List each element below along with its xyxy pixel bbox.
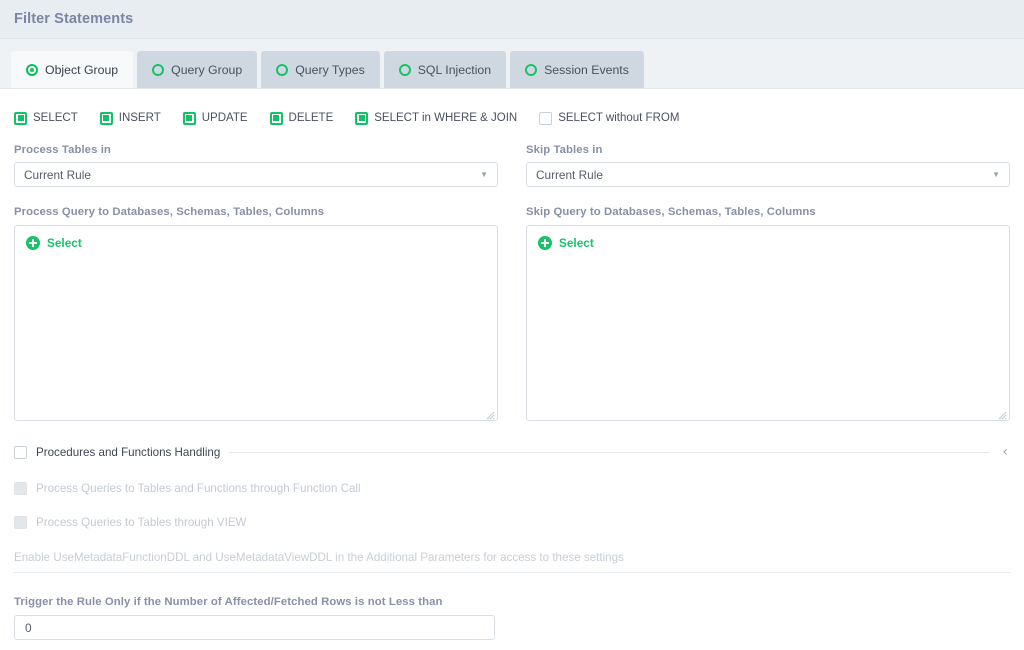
resize-handle[interactable] [996, 407, 1007, 420]
resize-handle[interactable] [484, 407, 495, 420]
procedures-note: Enable UseMetadataFunctionDDL and UseMet… [14, 551, 624, 564]
tab-label: Object Group [45, 62, 119, 77]
panel-header: Filter Statements [0, 0, 1024, 39]
process-query-label: Process Query to Databases, Schemas, Tab… [14, 206, 325, 218]
option-label: Process Queries to Tables through VIEW [36, 516, 247, 529]
skip-column: Skip Tables in Current Rule ▼ Skip Query… [526, 144, 1010, 421]
plus-circle-icon [26, 236, 40, 250]
checkbox-label: UPDATE [201, 112, 248, 124]
tab-label: Query Group [171, 62, 243, 77]
checkbox-checked-icon[interactable] [99, 111, 113, 125]
checkbox-insert[interactable]: INSERT [99, 111, 161, 125]
tab-bar: Object Group Query Group Query Types SQL… [0, 39, 1024, 89]
radio-unselected-icon [398, 63, 411, 76]
checkbox-disabled-icon [14, 516, 27, 529]
checkbox-label: SELECT [33, 112, 78, 124]
trigger-rule-label: Trigger the Rule Only if the Number of A… [14, 596, 443, 608]
checkbox-select-in-where-and-join[interactable]: SELECT in WHERE & JOIN [355, 111, 518, 125]
page-title: Filter Statements [14, 11, 134, 27]
tab-sql-injection[interactable]: SQL Injection [383, 51, 507, 88]
skip-query-listbox[interactable]: Select [526, 225, 1010, 421]
radio-selected-icon [26, 63, 38, 76]
radio-unselected-icon [276, 63, 289, 76]
radio-unselected-icon [525, 63, 538, 76]
horizontal-divider [14, 572, 1010, 573]
tab-object-group[interactable]: Object Group [11, 51, 134, 88]
checkbox-checked-icon[interactable] [355, 111, 369, 125]
checkbox-label: SELECT in WHERE & JOIN [374, 112, 518, 124]
tab-query-types[interactable]: Query Types [261, 51, 380, 88]
process-tables-in-label: Process Tables in [14, 144, 111, 156]
checkbox-checked-icon[interactable] [14, 111, 27, 125]
radio-unselected-icon [152, 63, 165, 76]
checkbox-update[interactable]: UPDATE [182, 111, 248, 125]
skip-tables-in-value: Current Rule [536, 167, 603, 182]
chevron-down-icon: ▼ [992, 169, 1000, 179]
tab-label: SQL Injection [417, 62, 492, 77]
procedures-section-label: Procedures and Functions Handling [36, 445, 221, 459]
skip-tables-in-select[interactable]: Current Rule ▼ [526, 162, 1010, 187]
tab-query-group[interactable]: Query Group [137, 51, 258, 88]
process-select-button[interactable]: Select [26, 236, 82, 250]
checkbox-checked-icon[interactable] [269, 111, 283, 125]
checkbox-label: INSERT [118, 112, 161, 124]
chevron-left-icon[interactable]: ‹ [1002, 445, 1008, 459]
tab-label: Session Events [544, 62, 629, 77]
process-column: Process Tables in Current Rule ▼ Process… [14, 144, 498, 421]
skip-select-label: Select [559, 236, 594, 250]
checkbox-procedures-handling[interactable] [14, 445, 27, 459]
checkbox-checked-icon[interactable] [182, 111, 196, 125]
option-process-queries-function-call: Process Queries to Tables and Functions … [14, 482, 1010, 495]
checkbox-disabled-icon [14, 482, 27, 495]
trigger-rows-input[interactable] [14, 615, 495, 640]
tab-session-events[interactable]: Session Events [510, 51, 644, 88]
option-process-queries-view: Process Queries to Tables through VIEW [14, 516, 1010, 529]
tab-label: Query Types [295, 62, 365, 77]
chevron-down-icon: ▼ [480, 169, 488, 179]
filter-columns: Process Tables in Current Rule ▼ Process… [14, 144, 1010, 421]
checkbox-label: SELECT without FROM [558, 112, 680, 124]
process-tables-in-select[interactable]: Current Rule ▼ [14, 162, 498, 187]
procedures-section-header: Procedures and Functions Handling ‹ [14, 443, 1010, 461]
plus-circle-icon [538, 236, 552, 250]
checkbox-delete[interactable]: DELETE [269, 111, 334, 125]
checkbox-unchecked-icon[interactable] [539, 111, 553, 125]
skip-query-label: Skip Query to Databases, Schemas, Tables… [526, 206, 816, 218]
process-select-label: Select [47, 236, 82, 250]
skip-tables-in-label: Skip Tables in [526, 144, 603, 156]
skip-select-button[interactable]: Select [538, 236, 594, 250]
section-divider [229, 451, 990, 453]
process-query-listbox[interactable]: Select [14, 225, 498, 421]
statement-type-checkbox-row: SELECT INSERT UPDATE DELETE SELECT in WH… [14, 101, 1010, 135]
panel-body: SELECT INSERT UPDATE DELETE SELECT in WH… [0, 101, 1024, 640]
process-tables-in-value: Current Rule [24, 167, 91, 182]
option-label: Process Queries to Tables and Functions … [36, 482, 361, 495]
checkbox-label: DELETE [288, 112, 334, 124]
checkbox-select-without-from[interactable]: SELECT without FROM [539, 111, 680, 125]
checkbox-select[interactable]: SELECT [14, 111, 78, 125]
